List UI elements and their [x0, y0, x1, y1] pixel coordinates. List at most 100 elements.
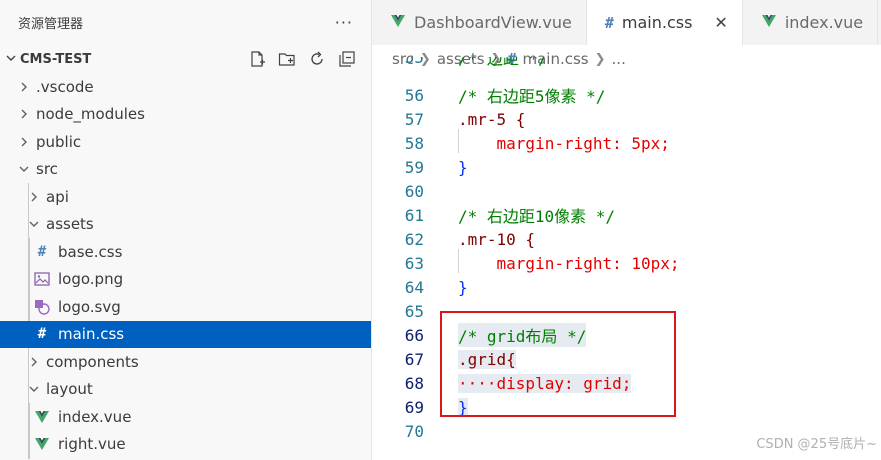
code-text: .mr-10 { — [458, 229, 536, 249]
tree-item-label: logo.svg — [58, 297, 121, 316]
line-number: 59 — [404, 157, 424, 177]
tab-bar: DashboardView.vue # main.css ✕ index.vue — [372, 0, 881, 45]
chevron-right-icon — [18, 108, 30, 120]
code-line: 59 } — [372, 155, 881, 179]
code-line: 58 margin-right: 5px; — [372, 131, 881, 155]
code-line: 56 /* 右边距5像素 */ — [372, 83, 881, 107]
workspace-root[interactable]: CMS-TEST — [0, 45, 371, 73]
more-actions-icon[interactable]: ··· — [335, 13, 353, 32]
line-number: 57 — [404, 109, 424, 129]
chevron-down-icon — [28, 383, 40, 395]
chevron-down-icon — [18, 163, 30, 175]
tree-file-main-css[interactable]: # main.css — [0, 320, 371, 348]
code-line: 55 /* 边距 */ — [372, 57, 881, 69]
css-hash-icon: # — [604, 13, 614, 32]
code-line: 65 — [372, 299, 881, 323]
css-hash-icon: # — [37, 326, 47, 343]
new-file-icon[interactable] — [247, 49, 267, 69]
code-line: 61 /* 右边距10像素 */ — [372, 203, 881, 227]
tree-folder-vscode[interactable]: .vscode — [0, 73, 371, 101]
close-icon[interactable]: ✕ — [714, 13, 727, 32]
code-text: /* grid布局 */ — [458, 323, 587, 347]
tree-file-logo-svg[interactable]: logo.svg — [0, 293, 371, 321]
tree-item-label: assets — [46, 215, 94, 234]
line-number: 63 — [404, 253, 424, 273]
tree-folder-node-modules[interactable]: node_modules — [0, 101, 371, 129]
code-line: 67 .grid{ — [372, 347, 881, 371]
vue-icon — [761, 14, 777, 32]
editor-area: DashboardView.vue # main.css ✕ index.vue… — [372, 0, 881, 460]
chevron-right-icon — [18, 81, 30, 93]
code-text: margin-right: 10px; — [458, 253, 680, 273]
tree-folder-layout[interactable]: layout — [0, 376, 371, 404]
code-text: .grid{ — [458, 349, 516, 369]
svg-file-icon — [34, 299, 50, 315]
explorer-sidebar: 资源管理器 ··· CMS-TEST .vscode node_modules … — [0, 0, 372, 460]
code-text: } — [458, 277, 468, 297]
tree-item-label: api — [46, 187, 69, 206]
workspace-root-label: CMS-TEST — [20, 51, 92, 67]
tab-label: index.vue — [784, 13, 864, 32]
explorer-actions — [247, 49, 357, 69]
explorer-header: 资源管理器 ··· — [0, 0, 371, 45]
chevron-down-icon — [28, 218, 40, 230]
tab-main-css[interactable]: # main.css ✕ — [586, 0, 743, 45]
code-line: 64 } — [372, 275, 881, 299]
code-line: 66 /* grid布局 */ — [372, 323, 881, 347]
line-number: 62 — [404, 229, 424, 249]
tree-folder-src[interactable]: src — [0, 156, 371, 184]
code-line: 63 margin-right: 10px; — [372, 251, 881, 275]
collapse-all-icon[interactable] — [337, 49, 357, 69]
code-line: 69 } — [372, 395, 881, 419]
tab-label: main.css — [621, 13, 693, 32]
tree-item-label: public — [36, 132, 82, 151]
vue-icon — [34, 409, 50, 425]
line-number: 70 — [404, 421, 424, 441]
code-line: 60 — [372, 179, 881, 203]
tree-folder-components[interactable]: components — [0, 348, 371, 376]
tab-dashboard-view[interactable]: DashboardView.vue — [372, 0, 587, 45]
code-line: 57 .mr-5 { — [372, 107, 881, 131]
code-line: 68 ····display: grid; — [372, 371, 881, 395]
tree-folder-assets[interactable]: assets — [0, 211, 371, 239]
line-number: 55 — [404, 57, 424, 67]
tree-file-logo-png[interactable]: logo.png — [0, 266, 371, 294]
line-number: 61 — [404, 205, 424, 225]
chevron-right-icon — [28, 191, 40, 203]
tree-item-label: right.vue — [58, 435, 126, 454]
chevron-right-icon — [28, 356, 40, 368]
tree-file-index-vue[interactable]: index.vue — [0, 403, 371, 431]
tree-item-label: node_modules — [36, 105, 145, 124]
tab-index-vue[interactable]: index.vue — [743, 0, 879, 45]
code-text: /* 右边距5像素 */ — [458, 87, 606, 106]
tree-item-label: src — [36, 160, 58, 179]
code-text: } — [458, 157, 468, 177]
line-number: 69 — [404, 397, 424, 417]
tree-file-base-css[interactable]: # base.css — [0, 238, 371, 266]
line-number: 68 — [404, 373, 424, 393]
refresh-icon[interactable] — [307, 49, 327, 69]
tab-label: DashboardView.vue — [414, 13, 572, 32]
code-editor[interactable]: 55 /* 边距 */ 56 /* 右边距5像素 */ 57 .mr-5 { 5… — [372, 57, 881, 460]
line-number: 56 — [404, 85, 424, 105]
code-text: /* 边距 */ — [458, 57, 548, 68]
tree-item-label: layout — [46, 380, 93, 399]
line-number: 58 — [404, 133, 424, 153]
vue-icon — [34, 436, 50, 452]
tree-item-label: components — [46, 352, 139, 371]
tree-file-right-vue[interactable]: right.vue — [0, 431, 371, 459]
code-line: 62 .mr-10 { — [372, 227, 881, 251]
code-text: } — [458, 397, 468, 417]
line-number: 65 — [404, 301, 424, 321]
tree-folder-public[interactable]: public — [0, 128, 371, 156]
code-text: .mr-5 { — [458, 109, 526, 129]
tree-folder-api[interactable]: api — [0, 183, 371, 211]
new-folder-icon[interactable] — [277, 49, 297, 69]
explorer-title: 资源管理器 — [18, 17, 84, 32]
chevron-right-icon — [18, 136, 30, 148]
tree-item-label: base.css — [58, 242, 123, 261]
css-hash-icon: # — [37, 243, 47, 260]
vue-icon — [390, 14, 406, 32]
code-text: /* 右边距10像素 */ — [458, 207, 616, 226]
chevron-down-icon — [4, 52, 18, 67]
